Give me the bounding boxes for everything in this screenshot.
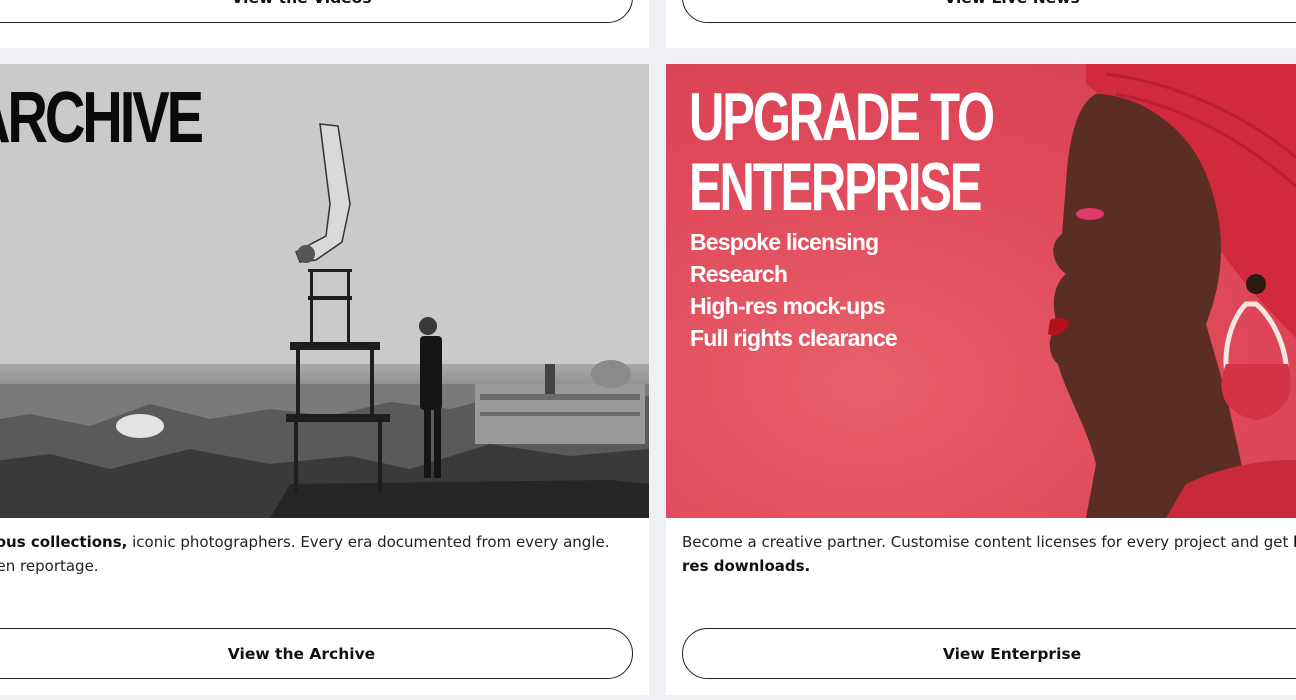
enterprise-feature-item: Bespoke licensing xyxy=(690,229,879,255)
enterprise-card: UPGRADE TO ENTERPRISE Bespoke licensing … xyxy=(666,64,1296,695)
enterprise-desc-text: Become a creative partner. Customise con… xyxy=(682,533,1294,551)
enterprise-title: UPGRADE TO ENTERPRISE xyxy=(689,79,995,225)
enterprise-desc-bold: res downloads. xyxy=(682,557,811,575)
archive-desc-bold: amous collections, xyxy=(0,533,128,551)
enterprise-feature-list: Bespoke licensing Research High-res mock… xyxy=(690,226,898,354)
enterprise-title-line2: ENTERPRISE xyxy=(689,149,982,225)
enterprise-title-line1: UPGRADE TO xyxy=(689,79,995,155)
view-archive-button[interactable]: View the Archive xyxy=(0,628,633,679)
view-enterprise-button[interactable]: View Enterprise xyxy=(682,628,1296,679)
page: View the Videos View Live News xyxy=(0,0,1296,700)
enterprise-feature-item: Research xyxy=(690,261,788,287)
live-news-card: View Live News xyxy=(666,0,1296,48)
archive-desc-line2: nseen reportage. xyxy=(0,557,99,575)
archive-photo: ARCHIVE xyxy=(0,64,649,518)
enterprise-photo: UPGRADE TO ENTERPRISE Bespoke licensing … xyxy=(666,64,1296,518)
enterprise-description: Become a creative partner. Customise con… xyxy=(682,530,1296,578)
archive-card: ARCHIVE amous collections, iconic photog… xyxy=(0,64,649,695)
videos-card: View the Videos xyxy=(0,0,649,48)
enterprise-feature-item: High-res mock-ups xyxy=(690,293,886,319)
enterprise-feature-item: Full rights clearance xyxy=(690,325,898,351)
view-live-news-button[interactable]: View Live News xyxy=(682,0,1296,23)
view-videos-button[interactable]: View the Videos xyxy=(0,0,633,23)
archive-desc-text: iconic photographers. Every era document… xyxy=(127,533,610,551)
archive-description: amous collections, iconic photographers.… xyxy=(0,530,620,578)
archive-title: ARCHIVE xyxy=(0,78,204,158)
